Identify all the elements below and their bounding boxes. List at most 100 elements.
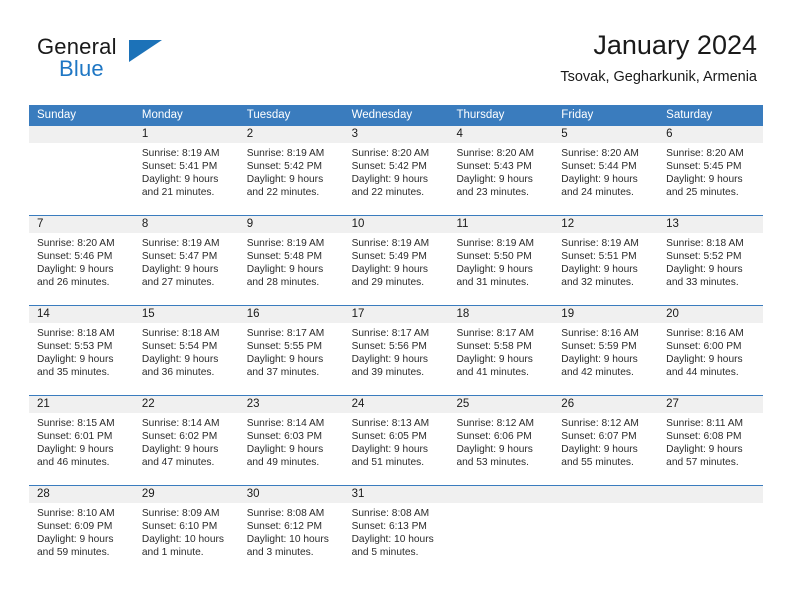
day-details: Sunrise: 8:19 AM Sunset: 5:48 PM Daylight:… bbox=[239, 233, 344, 289]
day-number: 13 bbox=[666, 218, 679, 230]
calendar-day-cell[interactable]: 10 Sunrise: 8:19 AM Sunset: 5:49 PM Dayligh… bbox=[343, 216, 449, 305]
calendar-day-cell[interactable]: 2 Sunrise: 8:19 AM Sunset: 5:42 PM Daylight… bbox=[238, 126, 344, 215]
day-number: 23 bbox=[246, 398, 260, 410]
day-number: 11 bbox=[456, 218, 469, 230]
day-detail-line: Daylight: 9 hours bbox=[561, 264, 638, 276]
day-number-band: 3 bbox=[343, 126, 449, 143]
day-detail-line: Daylight: 9 hours bbox=[456, 444, 533, 456]
calendar-day-cell[interactable]: 28 Sunrise: 8:10 AM Sunset: 6:09 PM Dayligh… bbox=[29, 486, 134, 575]
calendar-day-cell[interactable]: 9 Sunrise: 8:19 AM Sunset: 5:48 PM Daylight… bbox=[238, 216, 344, 305]
calendar-day-cell[interactable]: 5 Sunrise: 8:20 AM Sunset: 5:44 PM Daylight… bbox=[553, 126, 659, 215]
calendar-day-cell[interactable]: 15 Sunrise: 8:18 AM Sunset: 5:54 PM Dayligh… bbox=[133, 306, 239, 395]
brand-name-blue: Blue bbox=[59, 56, 104, 81]
calendar-day-cell[interactable]: 25 Sunrise: 8:12 AM Sunset: 6:06 PM Dayligh… bbox=[448, 396, 554, 485]
day-detail-line: and 5 minutes. bbox=[351, 547, 419, 559]
day-detail-line: and 23 minutes. bbox=[456, 187, 529, 199]
calendar-day-cell[interactable]: 14 Sunrise: 8:18 AM Sunset: 5:53 PM Dayligh… bbox=[29, 306, 134, 395]
day-number-band: 17 bbox=[343, 306, 449, 323]
day-detail-line: and 21 minutes. bbox=[141, 187, 215, 199]
day-detail-line: Sunset: 6:00 PM bbox=[666, 341, 742, 353]
day-number: 29 bbox=[141, 488, 155, 500]
day-number: 30 bbox=[246, 488, 260, 500]
calendar-day-cell[interactable]: 20 Sunrise: 8:16 AM Sunset: 6:00 PM Dayligh… bbox=[658, 306, 764, 395]
day-detail-line: Daylight: 9 hours bbox=[141, 354, 219, 366]
calendar-day-cell[interactable]: 8 Sunrise: 8:19 AM Sunset: 5:47 PM Daylight… bbox=[133, 216, 239, 305]
calendar-day-cell[interactable]: 27 Sunrise: 8:11 AM Sunset: 6:08 PM Dayligh… bbox=[658, 396, 764, 485]
calendar-day-cell[interactable]: 16 Sunrise: 8:17 AM Sunset: 5:55 PM Dayligh… bbox=[238, 306, 344, 395]
day-detail-line: Sunrise: 8:19 AM bbox=[141, 238, 220, 249]
calendar-week-cells: 14 Sunrise: 8:18 AM Sunset: 5:53 PM Dayligh… bbox=[29, 306, 764, 395]
day-details: Sunrise: 8:19 AM Sunset: 5:50 PM Daylight:… bbox=[448, 233, 553, 289]
calendar-day-cell[interactable]: 11 Sunrise: 8:19 AM Sunset: 5:50 PM Dayligh… bbox=[448, 216, 554, 305]
day-detail-line: and 32 minutes. bbox=[561, 277, 634, 289]
day-details bbox=[658, 503, 763, 507]
day-detail-line: Sunset: 5:41 PM bbox=[141, 161, 218, 173]
calendar-day-cell[interactable]: 6 Sunrise: 8:20 AM Sunset: 5:45 PM Daylight… bbox=[658, 126, 764, 215]
calendar-week-cells: 21 Sunrise: 8:15 AM Sunset: 6:01 PM Dayligh… bbox=[29, 396, 764, 485]
day-number-band: 22 bbox=[133, 396, 239, 413]
day-detail-line: Sunset: 5:46 PM bbox=[37, 251, 113, 263]
weekday-header-friday: Friday bbox=[561, 109, 594, 121]
day-details: Sunrise: 8:19 AM Sunset: 5:42 PM Daylight:… bbox=[239, 143, 344, 199]
day-detail-line: and 44 minutes. bbox=[666, 367, 739, 379]
calendar-day-cell[interactable]: 1 Sunrise: 8:19 AM Sunset: 5:41 PM Daylight… bbox=[133, 126, 239, 215]
day-number-band: 13 bbox=[658, 216, 764, 233]
calendar-day-cell[interactable]: 30 Sunrise: 8:08 AM Sunset: 6:12 PM Dayligh… bbox=[238, 486, 344, 575]
day-number: 6 bbox=[666, 128, 673, 140]
calendar-day-cell[interactable]: 24 Sunrise: 8:13 AM Sunset: 6:05 PM Dayligh… bbox=[343, 396, 449, 485]
calendar-day-cell[interactable]: 17 Sunrise: 8:17 AM Sunset: 5:56 PM Dayligh… bbox=[343, 306, 449, 395]
page-header: General Blue January 2024 Tsovak, Geghar… bbox=[0, 0, 792, 104]
day-details: Sunrise: 8:10 AM Sunset: 6:09 PM Daylight:… bbox=[29, 503, 134, 559]
calendar-day-cell[interactable]: 7 Sunrise: 8:20 AM Sunset: 5:46 PM Daylight… bbox=[29, 216, 134, 305]
calendar-day-cell[interactable]: 12 Sunrise: 8:19 AM Sunset: 5:51 PM Dayligh… bbox=[553, 216, 659, 305]
calendar-day-cell[interactable]: 3 Sunrise: 8:20 AM Sunset: 5:42 PM Daylight… bbox=[343, 126, 449, 215]
day-detail-line: Sunrise: 8:11 AM bbox=[666, 418, 743, 429]
day-detail-line: Daylight: 9 hours bbox=[37, 264, 114, 276]
day-details: Sunrise: 8:14 AM Sunset: 6:03 PM Daylight:… bbox=[239, 413, 344, 469]
calendar-week-row: 1 Sunrise: 8:19 AM Sunset: 5:41 PM Daylight… bbox=[29, 126, 764, 215]
calendar-week-cells: 28 Sunrise: 8:10 AM Sunset: 6:09 PM Dayligh… bbox=[29, 486, 764, 575]
day-number: 18 bbox=[456, 308, 470, 320]
calendar-grid: Sunday Monday Tuesday Wednesday Thursday Frid… bbox=[29, 105, 764, 575]
day-detail-line: Sunset: 5:47 PM bbox=[141, 251, 218, 263]
calendar-day-cell[interactable]: 19 Sunrise: 8:16 AM Sunset: 5:59 PM Dayligh… bbox=[553, 306, 659, 395]
day-detail-line: Daylight: 10 hours bbox=[141, 534, 224, 546]
day-detail-line: Sunset: 6:08 PM bbox=[666, 431, 742, 443]
day-number: 31 bbox=[351, 488, 365, 500]
day-detail-line: Daylight: 9 hours bbox=[666, 264, 743, 276]
page-title: January 2024 bbox=[593, 30, 757, 60]
calendar-day-cell[interactable]: 29 Sunrise: 8:09 AM Sunset: 6:10 PM Dayligh… bbox=[133, 486, 239, 575]
day-details: Sunrise: 8:19 AM Sunset: 5:47 PM Daylight:… bbox=[134, 233, 239, 289]
day-details bbox=[29, 143, 134, 147]
calendar-day-cell[interactable]: 4 Sunrise: 8:20 AM Sunset: 5:43 PM Daylight… bbox=[448, 126, 554, 215]
day-number-band: 30 bbox=[238, 486, 344, 503]
day-number: 21 bbox=[37, 398, 50, 410]
calendar-day-cell[interactable]: 31 Sunrise: 8:08 AM Sunset: 6:13 PM Dayligh… bbox=[343, 486, 449, 575]
day-details: Sunrise: 8:18 AM Sunset: 5:54 PM Daylight:… bbox=[134, 323, 239, 379]
weekday-header-saturday: Saturday bbox=[666, 109, 713, 121]
calendar-day-cell[interactable]: 26 Sunrise: 8:12 AM Sunset: 6:07 PM Dayligh… bbox=[553, 396, 659, 485]
day-detail-line: Sunrise: 8:19 AM bbox=[456, 238, 535, 249]
day-detail-line: Daylight: 9 hours bbox=[561, 174, 638, 186]
day-detail-line: Sunrise: 8:09 AM bbox=[141, 508, 220, 519]
day-number: 22 bbox=[141, 398, 155, 410]
brand-logo[interactable]: General Blue bbox=[37, 34, 217, 90]
day-number: 5 bbox=[561, 128, 568, 140]
day-detail-line: Daylight: 9 hours bbox=[456, 174, 533, 186]
day-number: 20 bbox=[666, 308, 679, 320]
day-details: Sunrise: 8:08 AM Sunset: 6:12 PM Daylight:… bbox=[239, 503, 344, 559]
calendar-day-cell[interactable]: 18 Sunrise: 8:17 AM Sunset: 5:58 PM Dayligh… bbox=[448, 306, 554, 395]
day-detail-line: Sunset: 5:53 PM bbox=[37, 341, 113, 353]
day-detail-line: Sunset: 6:13 PM bbox=[351, 521, 427, 533]
weekday-header-tuesday: Tuesday bbox=[246, 109, 291, 121]
calendar-day-cell[interactable]: 21 Sunrise: 8:15 AM Sunset: 6:01 PM Dayligh… bbox=[29, 396, 134, 485]
day-detail-line: Sunrise: 8:16 AM bbox=[666, 328, 744, 339]
calendar-day-cell-empty bbox=[553, 486, 659, 575]
day-number-band: 12 bbox=[553, 216, 659, 233]
calendar-day-cell[interactable]: 13 Sunrise: 8:18 AM Sunset: 5:52 PM Dayligh… bbox=[658, 216, 764, 305]
day-detail-line: Sunrise: 8:18 AM bbox=[141, 328, 220, 339]
calendar-day-cell[interactable]: 23 Sunrise: 8:14 AM Sunset: 6:03 PM Dayligh… bbox=[238, 396, 344, 485]
calendar-day-cell[interactable]: 22 Sunrise: 8:14 AM Sunset: 6:02 PM Dayligh… bbox=[133, 396, 239, 485]
day-detail-line: Daylight: 9 hours bbox=[351, 264, 429, 276]
day-detail-line: Sunset: 5:55 PM bbox=[246, 341, 323, 353]
